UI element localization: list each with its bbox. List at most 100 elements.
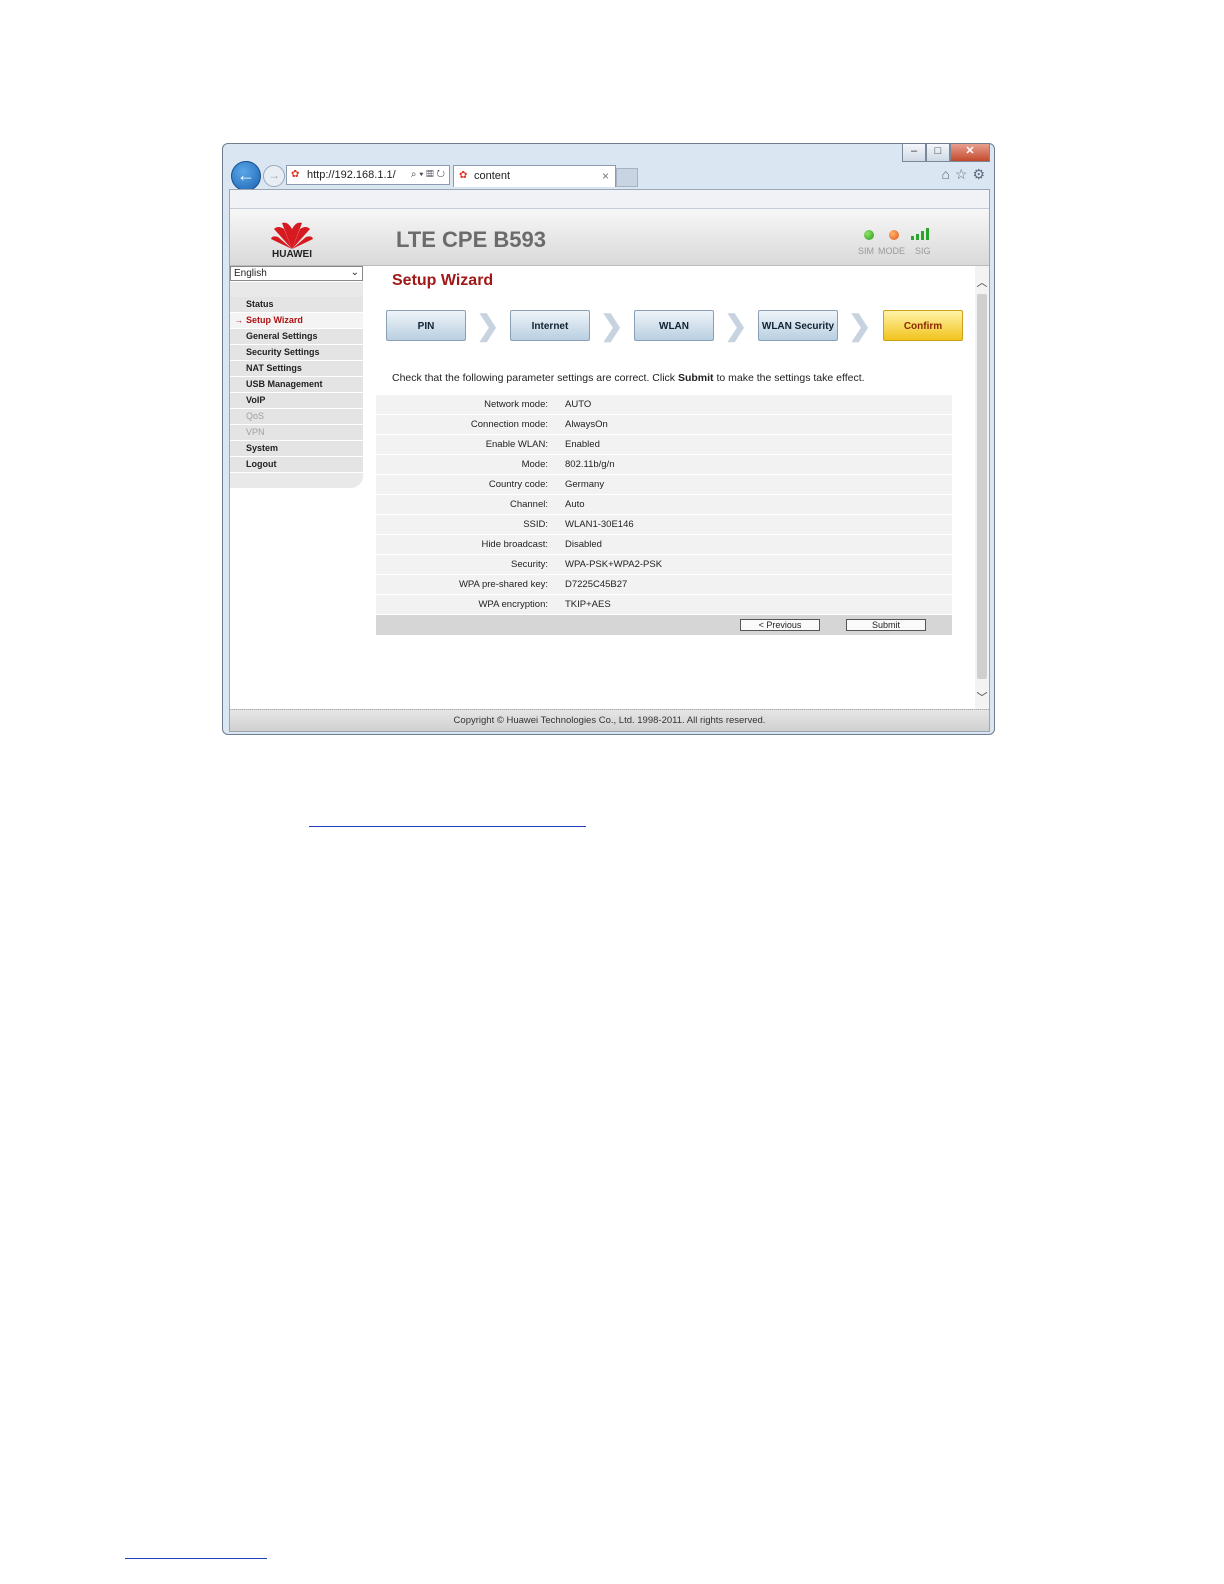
step-arrow-icon: ❯ xyxy=(848,310,872,341)
forward-button[interactable]: → xyxy=(263,165,285,187)
param-key: WPA encryption: xyxy=(478,599,548,610)
wizard-steps: PIN ❯ Internet ❯ WLAN ❯ WLAN Security ❯ Confirm xyxy=(386,310,976,344)
sidebar-item-system[interactable]: System xyxy=(230,441,363,457)
huawei-favicon-icon: ✿ xyxy=(459,170,468,181)
table-row: Security: WPA-PSK+WPA2-PSK xyxy=(376,555,952,575)
copyright-footer: Copyright © Huawei Technologies Co., Ltd… xyxy=(230,709,989,731)
mode-status-icon xyxy=(889,230,899,240)
param-key: Country code: xyxy=(488,479,548,490)
param-value: Auto xyxy=(565,499,585,510)
tab-close-icon[interactable]: × xyxy=(602,166,609,186)
address-tools-icon[interactable]: ⌕ ▾ ▦ ↻ xyxy=(411,166,445,184)
sidebar-item-voip[interactable]: VoIP xyxy=(230,393,363,409)
param-value: Disabled xyxy=(565,539,602,550)
instruction-text: Check that the following parameter setti… xyxy=(392,372,865,384)
table-row: Connection mode: AlwaysOn xyxy=(376,415,952,435)
language-select[interactable]: English ⌄ xyxy=(230,266,363,281)
huawei-favicon-icon: ✿ xyxy=(291,169,300,180)
param-value: WLAN1-30E146 xyxy=(565,519,634,530)
param-key: SSID: xyxy=(523,519,548,530)
step-arrow-icon: ❯ xyxy=(724,310,748,341)
status-indicators: SIM MODE SIG xyxy=(858,225,938,261)
table-row: Country code: Germany xyxy=(376,475,952,495)
maximize-button[interactable]: □ xyxy=(926,144,950,162)
table-row: Mode: 802.11b/g/n xyxy=(376,455,952,475)
sidebar-item-qos: QoS xyxy=(230,409,363,425)
address-url: http://192.168.1.1/ xyxy=(307,169,396,181)
table-row: Channel: Auto xyxy=(376,495,952,515)
command-bar xyxy=(230,190,989,209)
browser-window: – □ ✕ ← → ✿ http://192.168.1.1/ ⌕ ▾ ▦ ↻ … xyxy=(222,143,995,735)
param-key: Mode: xyxy=(521,459,548,470)
product-name: LTE CPE B593 xyxy=(396,227,546,252)
sidebar-item-setup-wizard[interactable]: Setup Wizard xyxy=(230,313,363,329)
step-wlan-security: WLAN Security xyxy=(758,310,838,341)
sidebar: StatusSetup WizardGeneral SettingsSecuri… xyxy=(230,282,363,488)
page-title: Setup Wizard xyxy=(392,272,494,289)
back-button[interactable]: ← xyxy=(231,161,261,191)
language-value: English xyxy=(234,268,267,279)
submit-button[interactable]: Submit xyxy=(846,619,926,631)
param-value: Germany xyxy=(565,479,605,490)
previous-button[interactable]: < Previous xyxy=(740,619,820,631)
address-bar[interactable]: ✿ http://192.168.1.1/ ⌕ ▾ ▦ ↻ xyxy=(286,165,450,185)
sim-label: SIM xyxy=(858,246,875,256)
step-pin: PIN xyxy=(386,310,466,341)
window-controls: – □ ✕ xyxy=(902,144,990,162)
scroll-thumb[interactable] xyxy=(977,294,987,679)
param-value: D7225C45B27 xyxy=(565,579,628,590)
sidebar-item-nat-settings[interactable]: NAT Settings xyxy=(230,361,363,377)
sidebar-item-status[interactable]: Status xyxy=(230,297,363,313)
mode-label: MODE xyxy=(878,246,905,256)
param-value: 802.11b/g/n xyxy=(565,459,615,470)
param-value: AUTO xyxy=(565,399,592,410)
sim-status-icon xyxy=(864,230,874,240)
sig-label: SIG xyxy=(915,246,931,256)
scroll-up-icon[interactable]: ︿ xyxy=(975,274,989,290)
router-header: HUAWEI LTE CPE B593 SIM MODE SIG xyxy=(230,209,989,266)
instruction-post: to make the settings take effect. xyxy=(713,372,865,384)
document-hyperlink[interactable] xyxy=(309,812,586,827)
param-value: WPA-PSK+WPA2-PSK xyxy=(565,559,663,570)
close-window-button[interactable]: ✕ xyxy=(950,144,990,162)
sidebar-menu: StatusSetup WizardGeneral SettingsSecuri… xyxy=(230,297,363,473)
instruction-pre: Check that the following parameter setti… xyxy=(392,372,678,384)
table-footer: < Previous Submit xyxy=(376,615,952,635)
table-row: WPA pre-shared key: D7225C45B27 xyxy=(376,575,952,595)
table-row: Hide broadcast: Disabled xyxy=(376,535,952,555)
home-favorites-settings-icons[interactable]: ⌂☆⚙ xyxy=(941,166,990,183)
brand-name: HUAWEI xyxy=(272,249,312,260)
page-viewport: HUAWEI LTE CPE B593 SIM MODE SIG English… xyxy=(229,189,990,732)
table-row: Network mode: AUTO xyxy=(376,395,952,415)
sidebar-item-vpn: VPN xyxy=(230,425,363,441)
param-value: TKIP+AES xyxy=(565,599,611,610)
table-row: WPA encryption: TKIP+AES xyxy=(376,595,952,615)
sidebar-item-security-settings[interactable]: Security Settings xyxy=(230,345,363,361)
sidebar-item-usb-management[interactable]: USB Management xyxy=(230,377,363,393)
chevron-down-icon: ⌄ xyxy=(350,267,359,278)
step-confirm: Confirm xyxy=(883,310,963,341)
table-row: SSID: WLAN1-30E146 xyxy=(376,515,952,535)
scroll-down-icon[interactable]: ﹀ xyxy=(975,689,989,705)
param-key: Security: xyxy=(511,559,548,570)
param-key: Hide broadcast: xyxy=(481,539,548,550)
param-key: Connection mode: xyxy=(470,419,548,430)
step-arrow-icon: ❯ xyxy=(600,310,624,341)
step-internet: Internet xyxy=(510,310,590,341)
param-key: WPA pre-shared key: xyxy=(458,579,548,590)
tab-title: content xyxy=(474,170,511,182)
footnote-rule xyxy=(125,1558,267,1559)
instruction-bold: Submit xyxy=(677,372,714,384)
browser-tab[interactable]: ✿ content × xyxy=(453,165,616,187)
minimize-button[interactable]: – xyxy=(902,144,926,162)
param-key: Channel: xyxy=(509,499,548,510)
step-arrow-icon: ❯ xyxy=(476,310,500,341)
param-value: Enabled xyxy=(565,439,600,450)
new-tab-button[interactable] xyxy=(616,168,638,187)
param-key: Network mode: xyxy=(484,399,548,410)
sidebar-item-general-settings[interactable]: General Settings xyxy=(230,329,363,345)
param-value: AlwaysOn xyxy=(565,419,608,430)
vertical-scrollbar[interactable]: ︿ ﹀ xyxy=(975,266,989,709)
sidebar-item-logout[interactable]: Logout xyxy=(230,457,363,473)
parameter-table: Network mode: AUTO Connection mode: AlwaysO… xyxy=(376,395,952,635)
